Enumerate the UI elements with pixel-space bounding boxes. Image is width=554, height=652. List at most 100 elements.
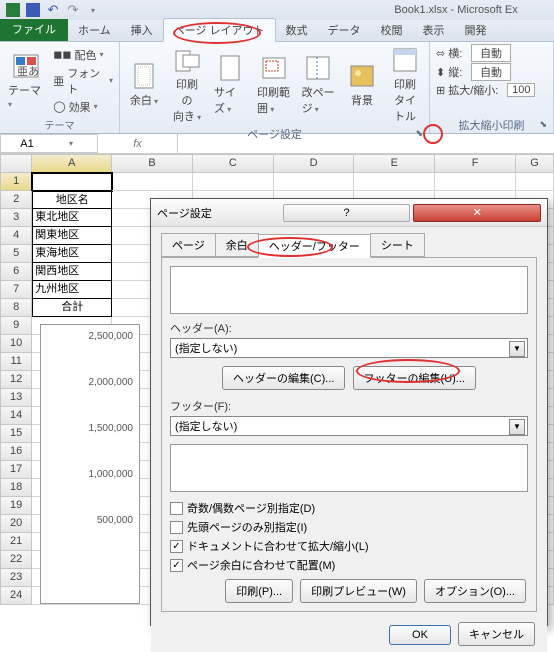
- scale-field[interactable]: ⊞拡大/縮小: 100: [434, 82, 549, 98]
- tab-file[interactable]: ファイル: [0, 19, 68, 41]
- background-button[interactable]: 背景: [342, 60, 382, 110]
- tab-insert[interactable]: 挿入: [121, 19, 163, 41]
- row-header[interactable]: 14: [0, 407, 32, 425]
- tab-margins[interactable]: 余白: [215, 233, 259, 257]
- col-header-d[interactable]: D: [274, 154, 355, 173]
- select-all-corner[interactable]: [0, 154, 32, 173]
- chk-align-margins[interactable]: ページ余白に合わせて配置(M): [170, 557, 528, 573]
- header-combo[interactable]: (指定しない): [170, 338, 528, 358]
- edit-footer-button[interactable]: フッターの編集(U)...: [353, 366, 476, 390]
- cell[interactable]: 地区名: [32, 191, 112, 209]
- fonts-button[interactable]: 亜フォント: [51, 65, 115, 97]
- cell[interactable]: [32, 173, 112, 191]
- row-header[interactable]: 13: [0, 389, 32, 407]
- group-label-page-setup: ページ設定⬊: [124, 126, 425, 140]
- print-titles-button[interactable]: 印刷 タイトル: [385, 44, 425, 126]
- footer-combo[interactable]: (指定しない): [170, 416, 528, 436]
- save-icon[interactable]: [24, 1, 42, 19]
- cell[interactable]: 東海地区: [32, 245, 112, 263]
- chart-tick: 2,500,000: [47, 331, 133, 342]
- row-header[interactable]: 2: [0, 191, 32, 209]
- col-header-f[interactable]: F: [435, 154, 516, 173]
- row-header[interactable]: 15: [0, 425, 32, 443]
- chk-scale-doc[interactable]: ドキュメントに合わせて拡大/縮小(L): [170, 538, 528, 554]
- help-icon[interactable]: ?: [283, 204, 411, 222]
- tab-page-layout[interactable]: ページ レイアウト: [163, 18, 276, 42]
- cell[interactable]: [193, 173, 274, 191]
- themes-button[interactable]: 亜あ テーマ: [4, 50, 48, 112]
- row-header[interactable]: 7: [0, 281, 32, 299]
- cell[interactable]: 九州地区: [32, 281, 112, 299]
- col-header-a[interactable]: A: [32, 154, 112, 173]
- excel-icon[interactable]: [4, 1, 22, 19]
- row-header[interactable]: 10: [0, 335, 32, 353]
- undo-icon[interactable]: [44, 1, 62, 19]
- breaks-button[interactable]: 改ページ: [298, 52, 339, 118]
- colors-button[interactable]: ◼◼配色: [51, 47, 115, 63]
- print-button[interactable]: 印刷(P)...: [225, 579, 293, 603]
- row-header[interactable]: 17: [0, 461, 32, 479]
- size-button[interactable]: サイズ: [210, 52, 250, 118]
- row-header[interactable]: 4: [0, 227, 32, 245]
- cell[interactable]: [354, 173, 435, 191]
- name-box[interactable]: A1▾: [0, 134, 98, 153]
- row-header[interactable]: 16: [0, 443, 32, 461]
- chk-odd-even[interactable]: 奇数/偶数ページ別指定(D): [170, 500, 528, 516]
- page-setup-dialog-launcher[interactable]: ⬊: [415, 128, 423, 139]
- print-preview-button[interactable]: 印刷プレビュー(W): [300, 579, 417, 603]
- col-header-b[interactable]: B: [112, 154, 193, 173]
- row-header[interactable]: 12: [0, 371, 32, 389]
- row-header[interactable]: 9: [0, 317, 32, 335]
- row-header[interactable]: 23: [0, 569, 32, 587]
- scale-dialog-launcher[interactable]: ⬊: [539, 119, 547, 130]
- cell[interactable]: [112, 173, 193, 191]
- tab-home[interactable]: ホーム: [68, 19, 121, 41]
- height-field[interactable]: ⬍縦: 自動: [434, 63, 549, 81]
- tab-review[interactable]: 校閲: [371, 19, 413, 41]
- cell[interactable]: [435, 173, 516, 191]
- row-header[interactable]: 1: [0, 173, 32, 191]
- row-header[interactable]: 6: [0, 263, 32, 281]
- row-header[interactable]: 8: [0, 299, 32, 317]
- row-header[interactable]: 21: [0, 533, 32, 551]
- cell[interactable]: [516, 173, 554, 191]
- tab-formulas[interactable]: 数式: [276, 19, 318, 41]
- tab-sheet[interactable]: シート: [370, 233, 425, 257]
- redo-icon[interactable]: [64, 1, 82, 19]
- cell[interactable]: 合計: [32, 299, 112, 317]
- row-header[interactable]: 22: [0, 551, 32, 569]
- row-header[interactable]: 24: [0, 587, 32, 605]
- row-header[interactable]: 5: [0, 245, 32, 263]
- cell[interactable]: 東北地区: [32, 209, 112, 227]
- effects-button[interactable]: ◯効果: [51, 99, 115, 115]
- row-header[interactable]: 3: [0, 209, 32, 227]
- dialog-titlebar[interactable]: ページ設定 ? ✕: [151, 199, 547, 227]
- row-header[interactable]: 20: [0, 515, 32, 533]
- tab-developer[interactable]: 開発: [455, 19, 497, 41]
- col-header-g[interactable]: G: [516, 154, 554, 173]
- print-area-button[interactable]: 印刷範囲: [253, 52, 295, 118]
- cell[interactable]: [274, 173, 355, 191]
- col-header-c[interactable]: C: [193, 154, 274, 173]
- qat-dropdown-icon[interactable]: ▾: [84, 1, 102, 19]
- options-button[interactable]: オプション(O)...: [424, 579, 526, 603]
- tab-page[interactable]: ページ: [161, 233, 216, 257]
- tab-header-footer[interactable]: ヘッダー/フッター: [258, 234, 371, 258]
- col-header-e[interactable]: E: [354, 154, 435, 173]
- tab-view[interactable]: 表示: [413, 19, 455, 41]
- chart-preview[interactable]: 2,500,000 2,000,000 1,500,000 1,000,000 …: [40, 324, 140, 604]
- row-header[interactable]: 19: [0, 497, 32, 515]
- cell[interactable]: 関東地区: [32, 227, 112, 245]
- row-header[interactable]: 11: [0, 353, 32, 371]
- ok-button[interactable]: OK: [389, 625, 451, 645]
- orientation-button[interactable]: 印刷の 向き: [167, 44, 207, 126]
- edit-header-button[interactable]: ヘッダーの編集(C)...: [222, 366, 345, 390]
- row-header[interactable]: 18: [0, 479, 32, 497]
- cancel-button[interactable]: キャンセル: [458, 622, 535, 646]
- close-icon[interactable]: ✕: [413, 204, 541, 222]
- cell[interactable]: 関西地区: [32, 263, 112, 281]
- margins-button[interactable]: 余白: [124, 60, 164, 110]
- width-field[interactable]: ⬄横: 自動: [434, 44, 549, 62]
- chk-first-page[interactable]: 先頭ページのみ別指定(I): [170, 519, 528, 535]
- tab-data[interactable]: データ: [318, 19, 371, 41]
